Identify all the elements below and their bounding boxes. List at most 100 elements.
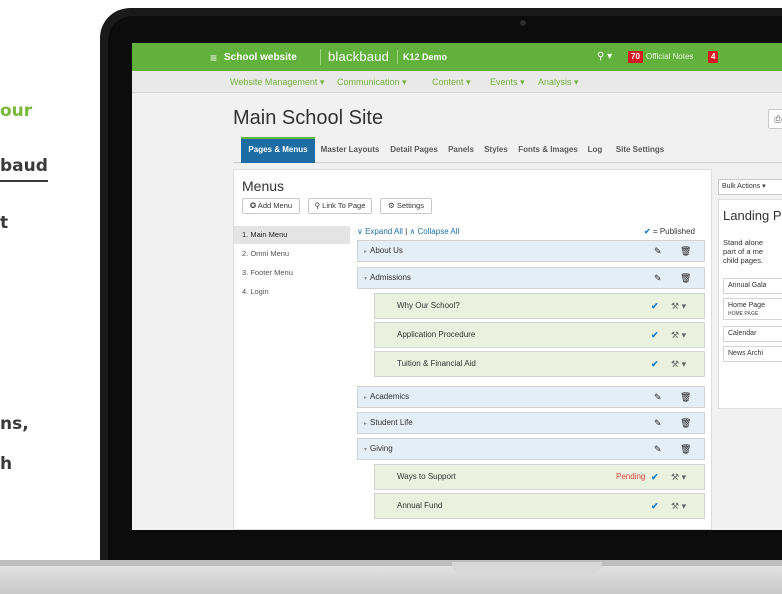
tab-master-layouts[interactable]: Master Layouts [317, 137, 383, 163]
landing-page-item-sub: HOME PAGE [728, 311, 759, 317]
trash-icon[interactable]: 🗑 [680, 413, 691, 433]
expand-triangle-icon[interactable]: ▸ [364, 395, 367, 401]
description-line: Stand alone [723, 238, 764, 247]
edit-icon[interactable]: ✎ [654, 387, 662, 407]
published-check-icon: ✔ [651, 359, 659, 369]
bulk-actions-dropdown[interactable]: Bulk Actions ▾ [718, 179, 782, 195]
wrench-menu-icon[interactable]: ⚒ ▾ [671, 352, 686, 376]
stage: our baud t ns, h ≡ School website blackb… [0, 0, 782, 594]
menu-row-student-life[interactable]: ▸ Student Life ✎ 🗑 [357, 412, 705, 434]
menu-row-about-us[interactable]: ▸ About Us ✎ 🗑 [357, 240, 705, 262]
menu-events[interactable]: Events ▾ [490, 77, 525, 88]
menu-row-annual-fund[interactable]: Annual Fund ✔ ⚒ ▾ [374, 493, 705, 519]
blackbaud-logo: blackbaud [328, 49, 390, 64]
menu-row-label: Admissions [370, 273, 411, 282]
landing-page-item[interactable]: Annual Gala [723, 278, 782, 294]
menu-list-item[interactable]: 1. Main Menu [234, 226, 350, 244]
menu-row-academics[interactable]: ▸ Academics ✎ 🗑 [357, 386, 705, 408]
collapse-triangle-icon[interactable]: ▾ [364, 276, 367, 282]
published-check-icon: ✔ [651, 301, 659, 311]
divider [320, 49, 321, 65]
menu-row-giving[interactable]: ▾ Giving ✎ 🗑 [357, 438, 705, 460]
menu-row-label: Ways to Support [397, 472, 456, 481]
link-to-page-button[interactable]: ⚲ Link To Page [308, 198, 372, 214]
collapse-all-link[interactable]: ∧ Collapse All [409, 227, 459, 236]
search-icon[interactable]: ⚲ ▾ [597, 51, 612, 62]
published-check-icon: ✔ [651, 501, 659, 511]
menu-communication[interactable]: Communication ▾ [337, 77, 407, 88]
edit-icon[interactable]: ✎ [654, 241, 662, 261]
description-line: child pages. [723, 256, 764, 265]
menu-website-management[interactable]: Website Management ▾ [230, 77, 324, 88]
menu-row-label: Academics [370, 392, 410, 401]
link-divider: | [405, 227, 408, 236]
menu-row-tuition-financial-aid[interactable]: Tuition & Financial Aid ✔ ⚒ ▾ [374, 351, 705, 377]
print-icon[interactable]: ⎙ [768, 109, 782, 129]
app-screen: ≡ School website blackbaud K12 Demo ⚲ ▾ … [132, 43, 782, 530]
expand-all-link[interactable]: ∨ Expand All [357, 227, 403, 236]
menu-row-ways-to-support[interactable]: Ways to Support Pending ✔ ⚒ ▾ [374, 464, 705, 490]
left-text-fragment: ns, [0, 414, 29, 434]
alert-count-badge[interactable]: 4 [708, 51, 719, 63]
landing-pages-sidebar: Bulk Actions ▾ Landing P Stand alone par… [718, 169, 782, 530]
page-title: Main School Site [233, 107, 384, 129]
published-legend: ✔ = Published [644, 227, 695, 236]
menu-analysis[interactable]: Analysis ▾ [538, 77, 579, 88]
trash-icon[interactable]: 🗑 [680, 268, 691, 288]
landing-pages-heading: Landing P [723, 208, 782, 223]
menu-list-item[interactable]: 3. Footer Menu [234, 264, 350, 282]
settings-button[interactable]: ⚙ Settings [380, 198, 432, 214]
main-menu-bar: Website Management ▾ Communication ▾ Con… [132, 71, 782, 93]
landing-pages-description: Stand alone part of a me child pages. [723, 238, 782, 265]
expand-triangle-icon[interactable]: ▸ [364, 249, 367, 255]
edit-icon[interactable]: ✎ [654, 268, 662, 288]
expand-triangle-icon[interactable]: ▸ [364, 421, 367, 427]
edit-icon[interactable]: ✎ [654, 413, 662, 433]
trash-icon[interactable]: 🗑 [680, 387, 691, 407]
laptop-base-lip [0, 560, 782, 566]
site-switcher[interactable]: School website [224, 52, 297, 63]
wrench-menu-icon[interactable]: ⚒ ▾ [671, 294, 686, 318]
landing-pages-panel: Landing P Stand alone part of a me child… [718, 199, 782, 409]
tab-fonts-images[interactable]: Fonts & Images [515, 137, 581, 163]
menus-heading: Menus [242, 178, 285, 194]
tab-detail-pages[interactable]: Detail Pages [385, 137, 443, 163]
official-notes-link[interactable]: Official Notes [646, 52, 693, 61]
collapse-triangle-icon[interactable]: ▾ [364, 447, 367, 453]
edit-icon[interactable]: ✎ [654, 439, 662, 459]
notes-count-badge[interactable]: 70 [628, 51, 643, 63]
wrench-menu-icon[interactable]: ⚒ ▾ [671, 323, 686, 347]
menu-row-application-procedure[interactable]: Application Procedure ✔ ⚒ ▾ [374, 322, 705, 348]
menu-content[interactable]: Content ▾ [432, 77, 471, 88]
menu-list-item[interactable]: 2. Omni Menu [234, 245, 350, 263]
menu-row-why-our-school[interactable]: Why Our School? ✔ ⚒ ▾ [374, 293, 705, 319]
wrench-menu-icon[interactable]: ⚒ ▾ [671, 494, 686, 518]
check-icon: ✔ [644, 227, 651, 236]
pending-status: Pending [616, 472, 646, 481]
tab-styles[interactable]: Styles [479, 137, 513, 163]
tab-site-settings[interactable]: Site Settings [609, 137, 671, 163]
left-text-fragment: our [0, 101, 33, 121]
published-legend-text: = Published [652, 227, 695, 236]
trash-icon[interactable]: 🗑 [680, 241, 691, 261]
landing-page-item[interactable]: News Archi [723, 346, 782, 362]
hamburger-icon[interactable]: ≡ [210, 51, 217, 65]
tab-panels[interactable]: Panels [445, 137, 477, 163]
left-text-fragment: t [0, 213, 9, 233]
menu-row-label: Giving [370, 444, 393, 453]
menu-list-item[interactable]: 4. Login [234, 283, 350, 301]
top-bar: ≡ School website blackbaud K12 Demo ⚲ ▾ … [132, 43, 782, 71]
add-menu-button[interactable]: ✪ Add Menu [242, 198, 300, 214]
landing-page-item[interactable]: Home Page HOME PAGE [723, 298, 782, 320]
tab-pages-menus[interactable]: Pages & Menus [241, 137, 315, 163]
wrench-menu-icon[interactable]: ⚒ ▾ [671, 465, 686, 489]
menu-row-label: Why Our School? [397, 301, 460, 310]
trash-icon[interactable]: 🗑 [680, 439, 691, 459]
landing-page-item[interactable]: Calendar [723, 326, 782, 342]
demo-label: K12 Demo [403, 52, 448, 62]
published-check-icon: ✔ [651, 472, 659, 482]
expand-collapse-links: ∨ Expand All | ∧ Collapse All [357, 227, 459, 236]
menu-row-admissions[interactable]: ▾ Admissions ✎ 🗑 [357, 267, 705, 289]
landing-page-item-label: Home Page [728, 302, 765, 309]
tab-log[interactable]: Log [583, 137, 607, 163]
